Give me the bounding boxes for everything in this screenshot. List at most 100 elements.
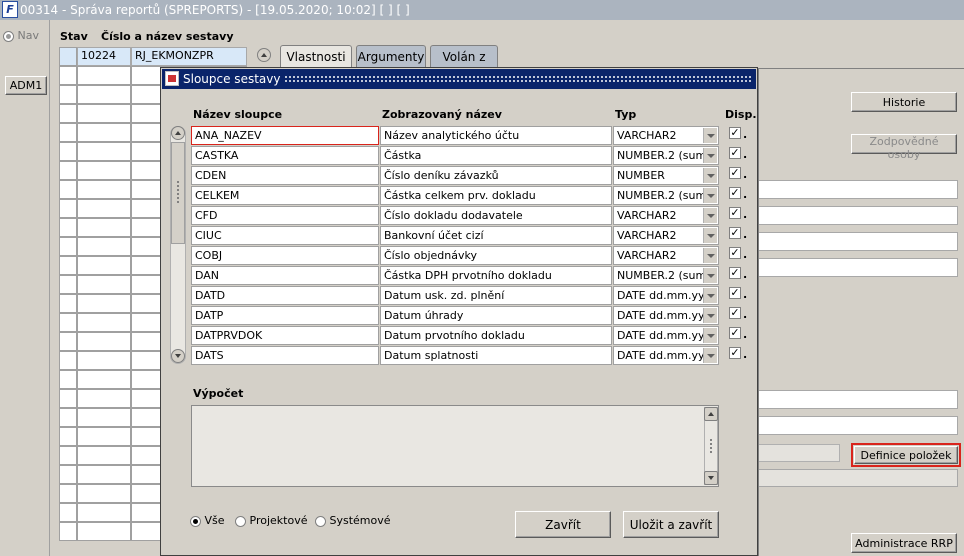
column-name-field[interactable]: DATP: [191, 306, 379, 325]
disp-checkbox[interactable]: ✓: [729, 147, 741, 159]
report-grid-cell[interactable]: [59, 503, 77, 522]
report-grid-cell[interactable]: [59, 66, 77, 85]
filter-systemove-radio-icon[interactable]: [315, 515, 326, 527]
report-grid-cell[interactable]: [77, 351, 131, 370]
columns-scroll-down-icon[interactable]: [171, 349, 185, 363]
report-grid-cell[interactable]: [59, 370, 77, 389]
disp-checkbox[interactable]: ✓: [729, 227, 741, 239]
property-field-2[interactable]: [758, 206, 958, 225]
report-grid-cell[interactable]: [59, 427, 77, 446]
chevron-down-icon[interactable]: [703, 148, 717, 163]
report-grid-cell[interactable]: [59, 389, 77, 408]
adm1-button[interactable]: ADM1: [5, 76, 47, 95]
chevron-down-icon[interactable]: [703, 328, 717, 343]
chevron-down-icon[interactable]: [703, 348, 717, 363]
property-field-5[interactable]: [758, 390, 958, 409]
chevron-down-icon[interactable]: [703, 208, 717, 223]
property-field-7[interactable]: [758, 444, 840, 462]
display-name-field[interactable]: Datum prvotního dokladu: [380, 326, 612, 345]
type-select[interactable]: NUMBER.2 (sum): [613, 266, 719, 285]
report-grid-cell[interactable]: [77, 123, 131, 142]
type-select[interactable]: DATE dd.mm.yy...: [613, 326, 719, 345]
vypocet-scroll-up-icon[interactable]: [704, 407, 718, 421]
column-name-field[interactable]: CDEN: [191, 166, 379, 185]
chevron-down-icon[interactable]: [703, 168, 717, 183]
nav-radio-icon[interactable]: [3, 30, 14, 42]
disp-checkbox[interactable]: ✓: [729, 347, 741, 359]
report-grid-cell[interactable]: [59, 256, 77, 275]
report-grid-cell[interactable]: [77, 66, 131, 85]
chevron-down-icon[interactable]: [703, 188, 717, 203]
display-name-field[interactable]: Číslo dokladu dodavatele: [380, 206, 612, 225]
report-grid-cell[interactable]: [77, 370, 131, 389]
type-select[interactable]: DATE dd.mm.yy...: [613, 346, 719, 365]
chevron-down-icon[interactable]: [703, 288, 717, 303]
display-name-field[interactable]: Datum úhrady: [380, 306, 612, 325]
property-field-4[interactable]: [758, 258, 958, 277]
report-grid-cell[interactable]: [59, 237, 77, 256]
report-grid-cell[interactable]: [77, 237, 131, 256]
display-name-field[interactable]: Datum splatnosti: [380, 346, 612, 365]
type-select[interactable]: VARCHAR2: [613, 126, 719, 145]
chevron-down-icon[interactable]: [703, 248, 717, 263]
report-grid-cell[interactable]: [59, 104, 77, 123]
column-name-field[interactable]: DATS: [191, 346, 379, 365]
type-select[interactable]: VARCHAR2: [613, 226, 719, 245]
property-field-6[interactable]: [758, 416, 958, 435]
report-grid-cell[interactable]: [77, 313, 131, 332]
display-name-field[interactable]: Bankovní účet cizí: [380, 226, 612, 245]
disp-checkbox[interactable]: ✓: [729, 247, 741, 259]
report-grid-cell[interactable]: [77, 427, 131, 446]
historie-button[interactable]: Historie: [851, 92, 957, 112]
report-grid-cell[interactable]: [77, 104, 131, 123]
report-grid-cell[interactable]: [77, 180, 131, 199]
report-grid-cell[interactable]: [59, 294, 77, 313]
report-grid-cell[interactable]: [77, 161, 131, 180]
report-grid-cell[interactable]: [59, 275, 77, 294]
disp-checkbox[interactable]: ✓: [729, 207, 741, 219]
display-name-field[interactable]: Částka DPH prvotního dokladu: [380, 266, 612, 285]
report-grid-cell[interactable]: [77, 142, 131, 161]
ulozit-a-zavrit-button[interactable]: Uložit a zavřít: [623, 511, 719, 538]
report-grid-cell[interactable]: [77, 256, 131, 275]
report-grid-cell[interactable]: [59, 408, 77, 427]
filter-vse-radio-icon[interactable]: [190, 515, 201, 527]
column-name-field[interactable]: DATPRVDOK: [191, 326, 379, 345]
report-scroll-up-icon[interactable]: [257, 48, 271, 62]
disp-checkbox[interactable]: ✓: [729, 327, 741, 339]
administrace-rrp-button[interactable]: Administrace RRP: [851, 533, 957, 553]
zodpovedne-osoby-button[interactable]: Zodpovědné osoby: [851, 134, 957, 161]
type-select[interactable]: VARCHAR2: [613, 246, 719, 265]
disp-checkbox[interactable]: ✓: [729, 167, 741, 179]
type-select[interactable]: VARCHAR2: [613, 206, 719, 225]
tab-argumenty[interactable]: Argumenty: [356, 45, 426, 68]
disp-checkbox[interactable]: ✓: [729, 307, 741, 319]
report-grid-cell[interactable]: [77, 389, 131, 408]
column-name-field[interactable]: COBJ: [191, 246, 379, 265]
tab-volan-z[interactable]: Volán z: [430, 45, 498, 68]
report-grid-cell[interactable]: [59, 199, 77, 218]
report-grid-cell[interactable]: [77, 484, 131, 503]
report-grid-cell[interactable]: [77, 522, 131, 541]
nav-toggle[interactable]: Nav: [3, 29, 39, 42]
display-name-field[interactable]: Číslo objednávky: [380, 246, 612, 265]
display-name-field[interactable]: Částka: [380, 146, 612, 165]
report-grid-cell[interactable]: [59, 332, 77, 351]
report-grid-cell[interactable]: [77, 446, 131, 465]
report-name-field[interactable]: RJ_EKMONZPR: [131, 47, 247, 66]
report-grid-cell[interactable]: [77, 408, 131, 427]
column-name-field[interactable]: DAN: [191, 266, 379, 285]
column-name-field[interactable]: CASTKA: [191, 146, 379, 165]
disp-checkbox[interactable]: ✓: [729, 287, 741, 299]
chevron-down-icon[interactable]: [703, 128, 717, 143]
disp-checkbox[interactable]: ✓: [729, 127, 741, 139]
display-name-field[interactable]: Datum usk. zd. plnění: [380, 286, 612, 305]
property-field-1[interactable]: [758, 180, 958, 199]
report-grid-cell[interactable]: [77, 218, 131, 237]
vypocet-textarea[interactable]: [191, 405, 719, 487]
report-grid-cell[interactable]: [59, 123, 77, 142]
report-grid-cell[interactable]: [77, 199, 131, 218]
display-name-field[interactable]: Číslo deníku závazků: [380, 166, 612, 185]
report-grid-cell[interactable]: [59, 161, 77, 180]
report-grid-cell[interactable]: [77, 275, 131, 294]
